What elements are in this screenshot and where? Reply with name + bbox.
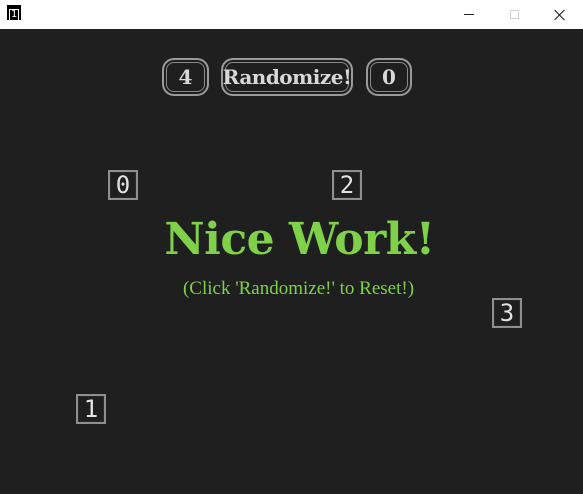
tile-0[interactable]: 0	[108, 170, 138, 200]
tile-2[interactable]: 2	[332, 170, 362, 200]
minimize-button[interactable]	[446, 0, 492, 29]
minimize-icon	[464, 14, 474, 15]
reset-hint: (Click 'Randomize!' to Reset!)	[0, 277, 583, 301]
tile-3[interactable]: 3	[492, 298, 522, 328]
randomize-button[interactable]: Randomize!	[221, 58, 353, 96]
title-bar: 1	[0, 0, 583, 29]
close-icon	[554, 9, 566, 21]
success-headline: Nice Work!	[0, 212, 583, 268]
maximize-button[interactable]	[491, 0, 537, 29]
left-counter-button[interactable]: 4	[162, 58, 209, 96]
close-button[interactable]	[537, 0, 583, 29]
tile-1[interactable]: 1	[76, 394, 106, 424]
success-headline-text: Nice Work!	[164, 214, 435, 265]
maximize-icon	[509, 10, 519, 19]
right-counter-button[interactable]: 0	[366, 58, 412, 96]
reset-hint-text: (Click 'Randomize!' to Reset!)	[182, 278, 415, 299]
app-icon: 1	[7, 5, 21, 21]
